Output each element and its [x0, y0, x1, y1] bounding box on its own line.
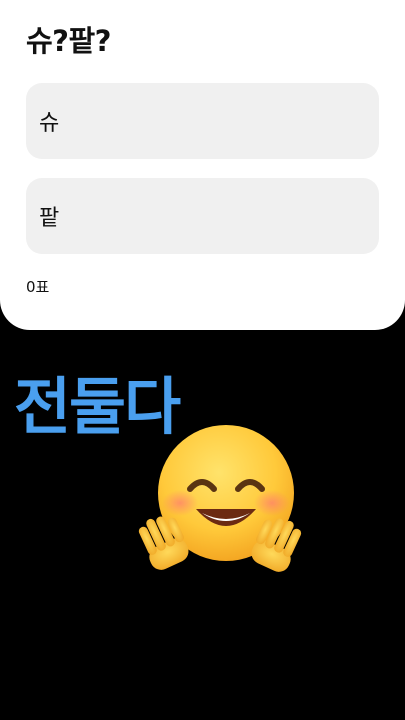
- vote-count: 0표: [26, 278, 50, 296]
- poll-option-1[interactable]: 슈: [26, 83, 379, 159]
- poll-question: 슈?팥?: [26, 24, 112, 58]
- poll-sticker: 슈?팥? 슈 팥 0표: [0, 0, 405, 330]
- poll-option-2[interactable]: 팥: [26, 178, 379, 254]
- poll-option-label: 슈: [39, 111, 60, 136]
- video-screen: 슈?팥? 슈 팥 0표 전둘다: [0, 0, 405, 720]
- hugging-face-icon: [138, 425, 302, 572]
- poll-option-label: 팥: [39, 206, 60, 231]
